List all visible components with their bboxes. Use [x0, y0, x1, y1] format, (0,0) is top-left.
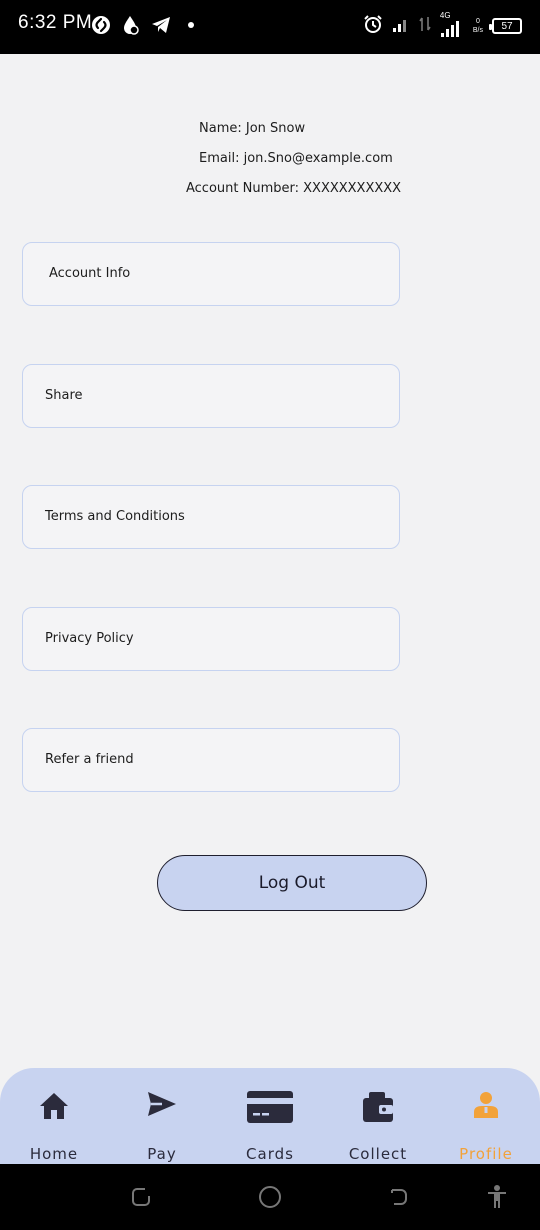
- menu-item-share[interactable]: Share: [22, 364, 400, 428]
- nav-label: Home: [29, 1145, 79, 1163]
- nav-item-profile[interactable]: Profile: [436, 1068, 536, 1164]
- menu-item-label: Share: [45, 388, 83, 403]
- battery-icon: 57: [489, 18, 522, 34]
- home-system-icon[interactable]: [257, 1184, 283, 1210]
- status-indicators: 4G 0 B/s 57: [363, 11, 522, 40]
- menu-item-refer-friend[interactable]: Refer a friend: [22, 728, 400, 792]
- data-arrows-icon: [419, 15, 431, 37]
- data-speed-unit: B/s: [472, 27, 483, 34]
- nav-item-collect[interactable]: Collect: [328, 1068, 428, 1164]
- signal-icon: [392, 16, 410, 36]
- menu-item-privacy-policy[interactable]: Privacy Policy: [22, 607, 400, 671]
- nav-label: Cards: [246, 1145, 294, 1163]
- battery-level: 57: [501, 20, 513, 32]
- send-icon: [146, 1090, 178, 1118]
- logout-button[interactable]: Log Out: [157, 855, 427, 911]
- network-signal-icon: 4G: [440, 11, 464, 37]
- telegram-icon: [150, 14, 172, 36]
- data-speed: 0 B/s: [473, 17, 483, 35]
- recents-icon[interactable]: [128, 1184, 154, 1210]
- menu-item-label: Terms and Conditions: [45, 509, 185, 524]
- nav-label: Pay: [147, 1145, 177, 1163]
- nav-label: Profile: [459, 1145, 513, 1163]
- back-icon[interactable]: [386, 1184, 412, 1210]
- menu-item-label: Refer a friend: [45, 752, 134, 767]
- menu-item-account-info[interactable]: Account Info: [22, 242, 400, 306]
- nav-item-home[interactable]: Home: [4, 1068, 104, 1164]
- profile-name: Name: Jon Snow: [199, 121, 306, 136]
- card-icon: [246, 1090, 294, 1124]
- home-icon: [38, 1090, 70, 1122]
- notification-dot-icon: [180, 14, 202, 36]
- accessibility-icon[interactable]: [484, 1184, 510, 1210]
- person-icon: [472, 1090, 500, 1120]
- data-speed-value: 0: [475, 18, 480, 25]
- system-nav-bar: [0, 1164, 540, 1230]
- bottom-nav: Home Pay Cards Collect Profile: [0, 1068, 540, 1164]
- profile-account-number: Account Number: XXXXXXXXXXX: [186, 181, 402, 196]
- menu-item-label: Privacy Policy: [45, 631, 134, 646]
- network-type: 4G: [439, 11, 451, 20]
- nav-item-cards[interactable]: Cards: [220, 1068, 320, 1164]
- menu-item-terms[interactable]: Terms and Conditions: [22, 485, 400, 549]
- alarm-icon: [363, 14, 383, 38]
- drop-timer-icon: [120, 14, 142, 36]
- menu-item-label: Account Info: [49, 266, 131, 281]
- wallet-icon: [361, 1090, 395, 1124]
- profile-email: Email: jon.Sno@example.com: [199, 151, 393, 166]
- status-time: 6:32 PM: [18, 12, 93, 33]
- status-bar: 6:32 PM 4G 0 B/s 57: [0, 0, 540, 54]
- nav-item-pay[interactable]: Pay: [112, 1068, 212, 1164]
- shazam-icon: [90, 14, 112, 36]
- nav-label: Collect: [348, 1145, 408, 1163]
